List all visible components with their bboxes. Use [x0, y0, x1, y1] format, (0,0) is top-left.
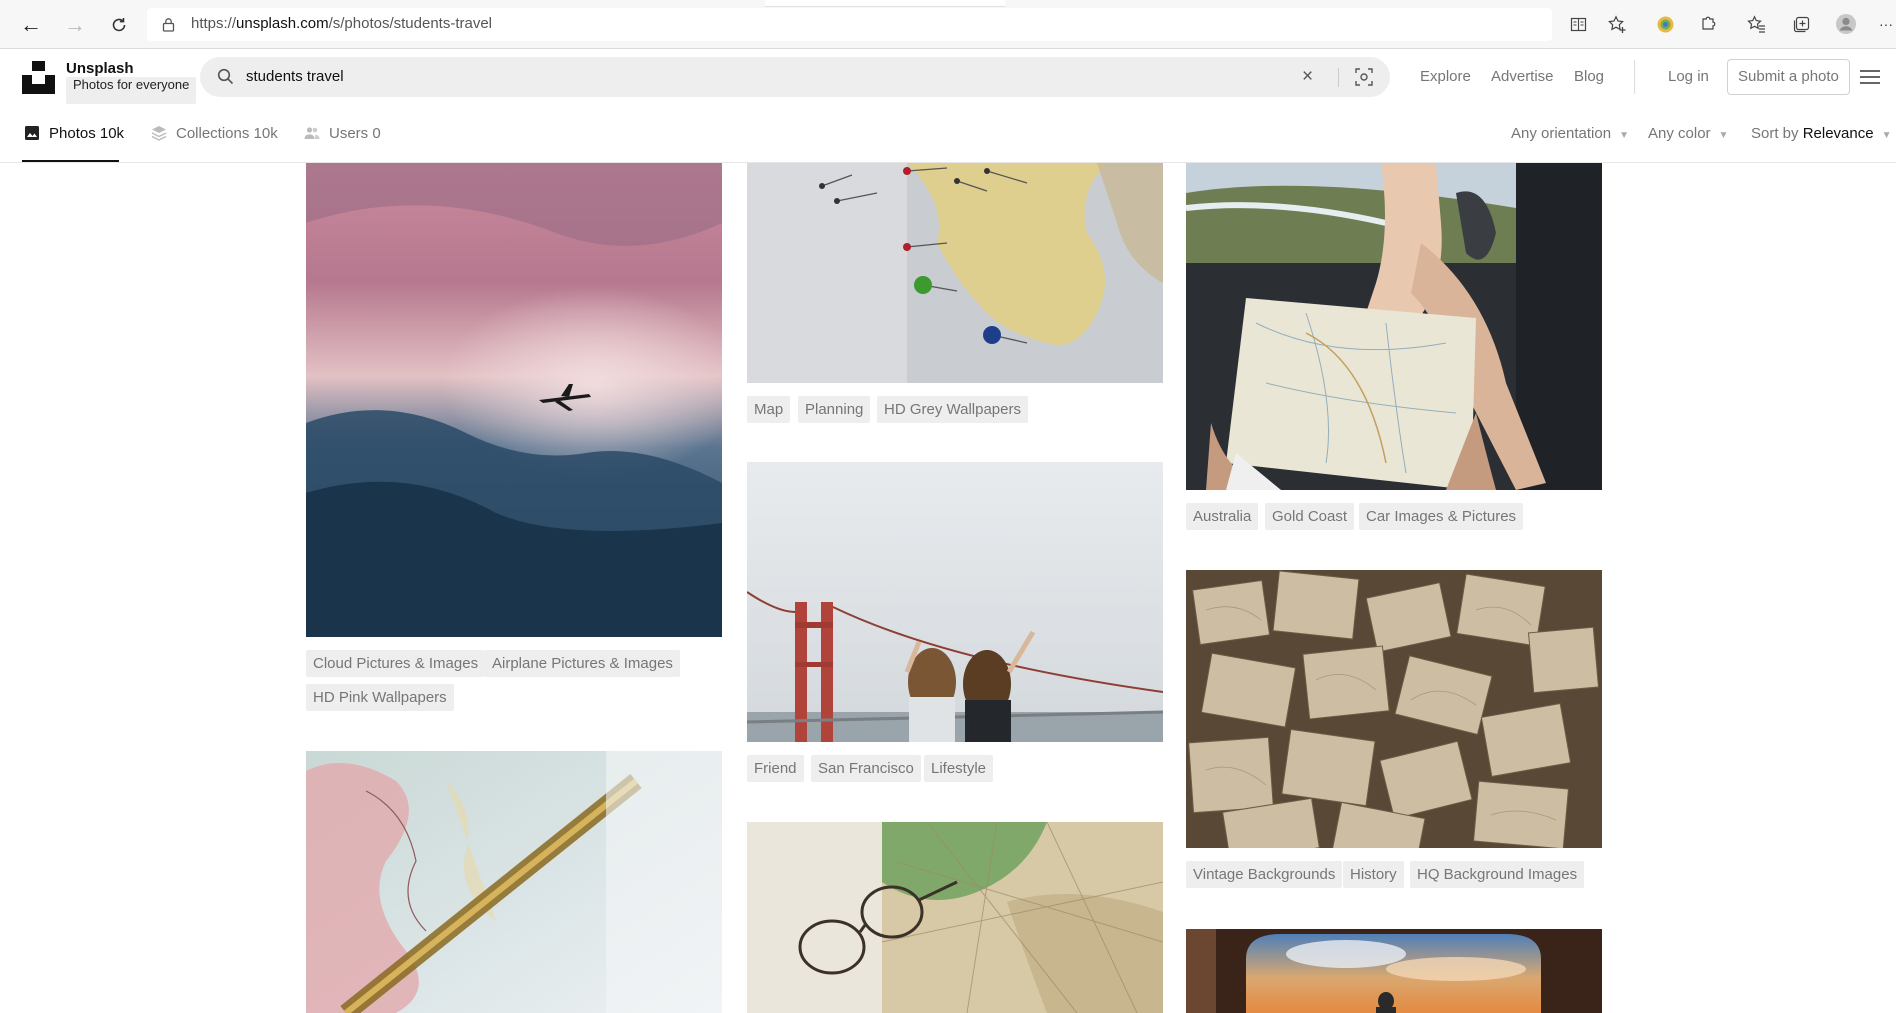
globe-asia-photo[interactable]: [306, 751, 722, 1013]
header-divider: [1634, 60, 1635, 94]
search-input[interactable]: [246, 68, 1246, 85]
collections-browser-icon[interactable]: [1790, 13, 1812, 35]
address-bar[interactable]: https://unsplash.com/s/photos/students-t…: [147, 8, 1552, 41]
sort-dropdown[interactable]: Sort by Relevance ▼: [1751, 125, 1892, 142]
airplane-clouds-photo[interactable]: [306, 163, 722, 637]
extension-color-icon[interactable]: [1654, 13, 1676, 35]
search-icon[interactable]: [217, 68, 234, 85]
brand-tagline: Photos for everyone: [66, 77, 197, 104]
tag-chip[interactable]: Friend: [747, 755, 804, 782]
tab-users-label: Users 0: [329, 124, 381, 142]
tab-collections[interactable]: Collections 10k: [151, 104, 278, 162]
tag-chip[interactable]: Map: [747, 396, 791, 423]
back-arrow-icon[interactable]: ←: [18, 12, 44, 38]
chevron-down-icon: ▼: [1718, 130, 1729, 141]
reader-view-icon[interactable]: [1567, 13, 1589, 35]
nav-advertise[interactable]: Advertise: [1491, 68, 1554, 85]
tag-chip[interactable]: HD Pink Wallpapers: [306, 684, 454, 711]
tag-chip[interactable]: HQ Background Images: [1410, 861, 1585, 888]
brand[interactable]: Unsplash Photos for everyone: [66, 60, 197, 104]
tag-chip[interactable]: Vintage Backgrounds: [1186, 861, 1343, 888]
glasses-map-photo[interactable]: [747, 822, 1163, 1013]
nav-explore[interactable]: Explore: [1420, 68, 1471, 85]
tag-chip[interactable]: Lifestyle: [924, 755, 994, 782]
tag-chip[interactable]: History: [1343, 861, 1404, 888]
tag-chip[interactable]: San Francisco: [811, 755, 921, 782]
reload-icon[interactable]: [106, 12, 132, 38]
tab-users[interactable]: Users 0: [304, 104, 381, 162]
lock-icon: [162, 18, 175, 32]
site-header: Unsplash Photos for everyone × Explore A…: [0, 50, 1896, 104]
forward-arrow-icon[interactable]: →: [62, 12, 88, 38]
login-link[interactable]: Log in: [1668, 68, 1709, 85]
active-tab-indicator: [22, 160, 119, 162]
tab-strip-edge: [765, 0, 1005, 7]
profile-avatar-icon[interactable]: [1835, 13, 1857, 35]
tab-photos-label: Photos 10k: [49, 124, 125, 142]
orientation-dropdown[interactable]: Any orientation ▼: [1511, 125, 1629, 142]
filter-bar: Photos 10k Collections 10k Users 0 Any o…: [0, 104, 1896, 163]
tag-chip[interactable]: Planning: [798, 396, 871, 423]
browser-toolbar: ← → https://unsplash.com/s/photos/studen…: [0, 0, 1896, 49]
tag-chip[interactable]: Airplane Pictures & Images: [485, 650, 680, 677]
unsplash-logo-icon[interactable]: [22, 61, 55, 94]
collections-icon: [151, 126, 167, 141]
golden-gate-friends-photo[interactable]: [747, 462, 1163, 742]
tag-chip[interactable]: HD Grey Wallpapers: [877, 396, 1028, 423]
tab-photos[interactable]: Photos 10k: [24, 104, 124, 162]
search-bar: ×: [200, 57, 1390, 97]
tag-chip[interactable]: Australia: [1186, 503, 1259, 530]
add-favorite-icon[interactable]: [1606, 13, 1628, 35]
tag-chip[interactable]: Car Images & Pictures: [1359, 503, 1524, 530]
favorites-icon[interactable]: [1745, 13, 1767, 35]
submit-photo-button[interactable]: Submit a photo: [1727, 59, 1850, 95]
chevron-down-icon: ▼: [1881, 130, 1892, 141]
vintage-maps-photo[interactable]: [1186, 570, 1602, 848]
visual-search-icon[interactable]: [1355, 68, 1373, 86]
car-map-photo[interactable]: [1186, 163, 1602, 490]
clear-search-icon[interactable]: ×: [1302, 66, 1313, 88]
image-icon: [25, 126, 39, 140]
tab-collections-label: Collections 10k: [176, 124, 278, 142]
tag-chip[interactable]: Cloud Pictures & Images: [306, 650, 486, 677]
extensions-puzzle-icon[interactable]: [1697, 13, 1719, 35]
hamburger-menu-icon[interactable]: [1860, 69, 1880, 85]
brand-name: Unsplash: [66, 60, 134, 77]
more-menu-icon[interactable]: ···: [1876, 13, 1896, 35]
color-dropdown[interactable]: Any color ▼: [1648, 125, 1728, 142]
search-divider: [1338, 68, 1339, 87]
users-icon: [304, 127, 320, 139]
tag-chip[interactable]: Gold Coast: [1265, 503, 1355, 530]
sunset-window-photo[interactable]: [1186, 929, 1602, 1013]
url-text: https://unsplash.com/s/photos/students-t…: [191, 15, 493, 32]
chevron-down-icon: ▼: [1619, 130, 1629, 141]
nav-blog[interactable]: Blog: [1574, 68, 1604, 85]
map-pins-photo[interactable]: [747, 163, 1163, 383]
